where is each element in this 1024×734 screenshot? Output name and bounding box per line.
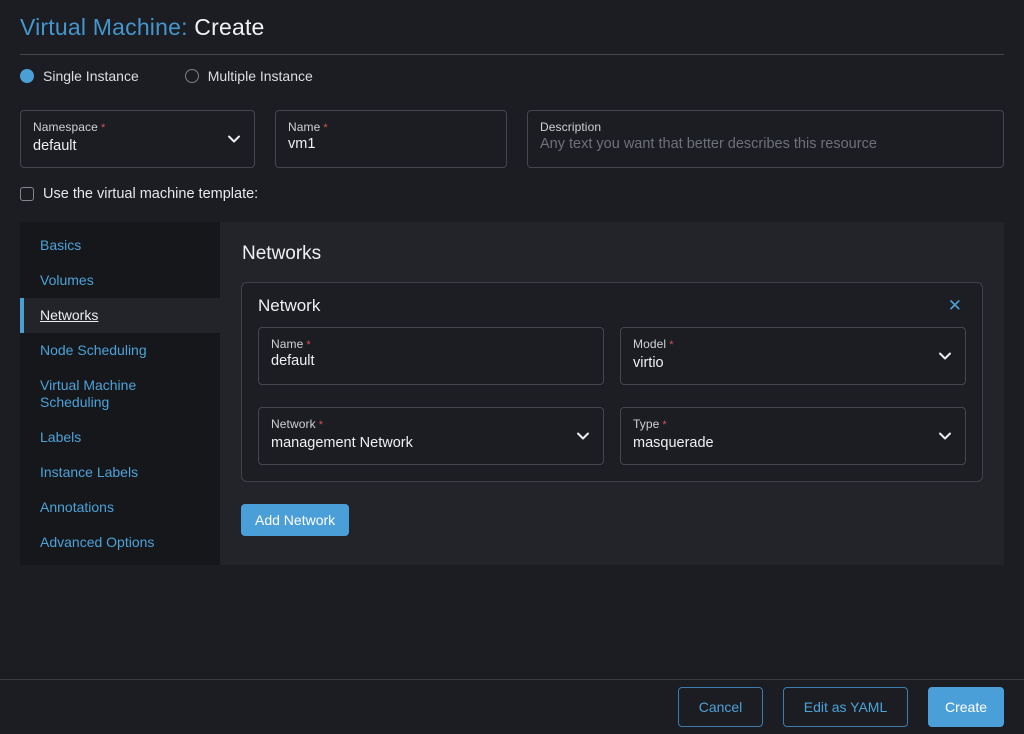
type-value: masquerade <box>633 435 953 451</box>
add-network-button[interactable]: Add Network <box>241 504 349 536</box>
radio-checked-icon <box>20 69 34 83</box>
required-asterisk: * <box>669 339 673 351</box>
network-name-label: Name* <box>271 337 591 351</box>
name-field[interactable]: Name* <box>275 110 507 168</box>
required-asterisk: * <box>662 419 666 431</box>
network-value: management Network <box>271 435 591 451</box>
description-label: Description <box>540 120 991 134</box>
radio-unchecked-icon <box>185 69 199 83</box>
model-select[interactable]: Model* virtio <box>620 327 966 385</box>
page-title: Virtual Machine: Create <box>20 14 1004 41</box>
top-form-row: Namespace* default Name* Description <box>20 110 1004 168</box>
radio-single-instance[interactable]: Single Instance <box>20 68 139 84</box>
tab-labels[interactable]: Labels <box>20 420 220 455</box>
network-card-title: Network <box>258 296 320 316</box>
footer-action-bar: Cancel Edit as YAML Create <box>0 679 1024 734</box>
panel-heading: Networks <box>242 243 983 265</box>
radio-single-instance-label: Single Instance <box>43 68 139 84</box>
required-asterisk: * <box>323 122 327 134</box>
tab-basics[interactable]: Basics <box>20 228 220 263</box>
name-label: Name* <box>288 120 494 134</box>
network-name-field[interactable]: Name* <box>258 327 604 385</box>
tab-node-scheduling[interactable]: Node Scheduling <box>20 333 220 368</box>
required-asterisk: * <box>101 122 105 134</box>
header-divider <box>20 54 1004 55</box>
tab-volumes[interactable]: Volumes <box>20 263 220 298</box>
vm-create-page: Virtual Machine: Create Single Instance … <box>0 14 1024 734</box>
network-name-input[interactable] <box>271 353 591 369</box>
namespace-label: Namespace* <box>33 120 242 134</box>
model-value: virtio <box>633 355 953 371</box>
radio-multiple-instance[interactable]: Multiple Instance <box>185 68 313 84</box>
tab-networks[interactable]: Networks <box>20 298 220 333</box>
vm-config-tabs: Basics Volumes Networks Node Scheduling … <box>20 222 1004 565</box>
radio-multiple-instance-label: Multiple Instance <box>208 68 313 84</box>
type-label: Type* <box>633 417 953 431</box>
network-select[interactable]: Network* management Network <box>258 407 604 465</box>
network-card-header: Network ✕ <box>258 295 966 316</box>
checkbox-unchecked-icon <box>20 187 34 201</box>
edit-as-yaml-button[interactable]: Edit as YAML <box>783 687 908 727</box>
page-title-action: Create <box>194 14 264 40</box>
description-input[interactable] <box>540 136 991 152</box>
tab-instance-labels[interactable]: Instance Labels <box>20 455 220 490</box>
tab-annotations[interactable]: Annotations <box>20 490 220 525</box>
tab-advanced-options[interactable]: Advanced Options <box>20 525 220 560</box>
name-input[interactable] <box>288 136 494 152</box>
page-title-type: Virtual Machine: <box>20 14 188 40</box>
instance-mode-radio-group: Single Instance Multiple Instance <box>20 68 1004 84</box>
model-label: Model* <box>633 337 953 351</box>
type-select[interactable]: Type* masquerade <box>620 407 966 465</box>
networks-panel: Networks Network ✕ Name* Mode <box>220 222 1004 565</box>
network-label: Network* <box>271 417 591 431</box>
namespace-value: default <box>33 138 242 154</box>
required-asterisk: * <box>306 339 310 351</box>
namespace-select[interactable]: Namespace* default <box>20 110 255 168</box>
tab-sidebar: Basics Volumes Networks Node Scheduling … <box>20 222 220 565</box>
network-card-grid: Name* Model* virtio <box>258 327 966 465</box>
use-template-checkbox[interactable]: Use the virtual machine template: <box>20 186 1004 202</box>
close-icon[interactable]: ✕ <box>944 295 966 316</box>
use-template-label: Use the virtual machine template: <box>43 186 258 202</box>
description-field[interactable]: Description <box>527 110 1004 168</box>
create-button[interactable]: Create <box>928 687 1004 727</box>
required-asterisk: * <box>319 419 323 431</box>
network-card: Network ✕ Name* Model* virtio <box>241 282 983 482</box>
tab-vm-scheduling[interactable]: Virtual Machine Scheduling <box>20 368 220 420</box>
cancel-button[interactable]: Cancel <box>678 687 763 727</box>
